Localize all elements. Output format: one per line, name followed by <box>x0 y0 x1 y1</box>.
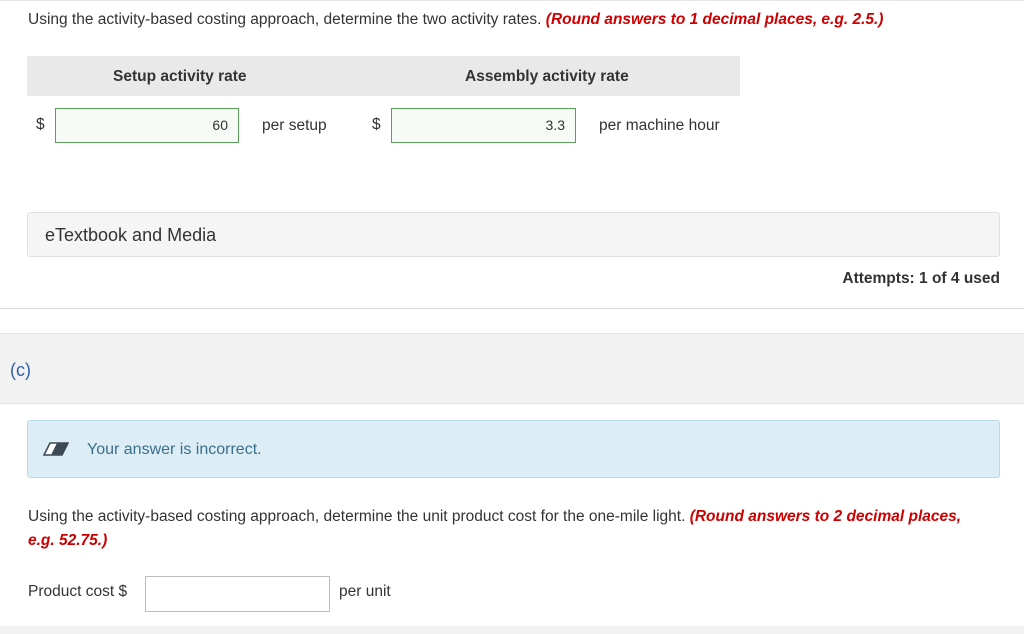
attempts-counter: Attempts: 1 of 4 used <box>842 270 1000 287</box>
product-cost-input[interactable] <box>145 576 330 612</box>
setup-rate-unit: per setup <box>262 117 327 134</box>
etextbook-media-bar[interactable]: eTextbook and Media <box>27 212 1000 257</box>
rate-table-header: Setup activity rate Assembly activity ra… <box>27 56 740 96</box>
assembly-currency-symbol: $ <box>372 116 381 133</box>
setup-currency-symbol: $ <box>36 116 45 133</box>
part-b-question: Using the activity-based costing approac… <box>28 11 884 28</box>
feedback-banner: Your answer is incorrect. <box>27 420 1000 478</box>
eraser-icon <box>43 442 69 456</box>
setup-rate-header: Setup activity rate <box>113 68 247 85</box>
part-c-label: (c) <box>10 360 31 380</box>
bottom-edge <box>0 626 1024 634</box>
assembly-rate-unit: per machine hour <box>599 117 720 134</box>
etextbook-media-label: eTextbook and Media <box>45 225 217 245</box>
part-b-rounding-note: (Round answers to 1 decimal places, e.g.… <box>545 11 884 28</box>
section-divider <box>0 308 1024 309</box>
assembly-rate-input[interactable]: 3.3 <box>391 108 576 143</box>
product-cost-label: Product cost $ <box>28 583 128 600</box>
top-divider <box>0 0 1024 1</box>
product-cost-unit: per unit <box>339 583 391 600</box>
setup-rate-input[interactable]: 60 <box>55 108 239 143</box>
feedback-message: Your answer is incorrect. <box>87 441 262 458</box>
assembly-rate-header: Assembly activity rate <box>465 68 629 85</box>
part-c-question: Using the activity-based costing approac… <box>28 508 962 549</box>
part-c-header: (c) <box>0 333 1024 404</box>
